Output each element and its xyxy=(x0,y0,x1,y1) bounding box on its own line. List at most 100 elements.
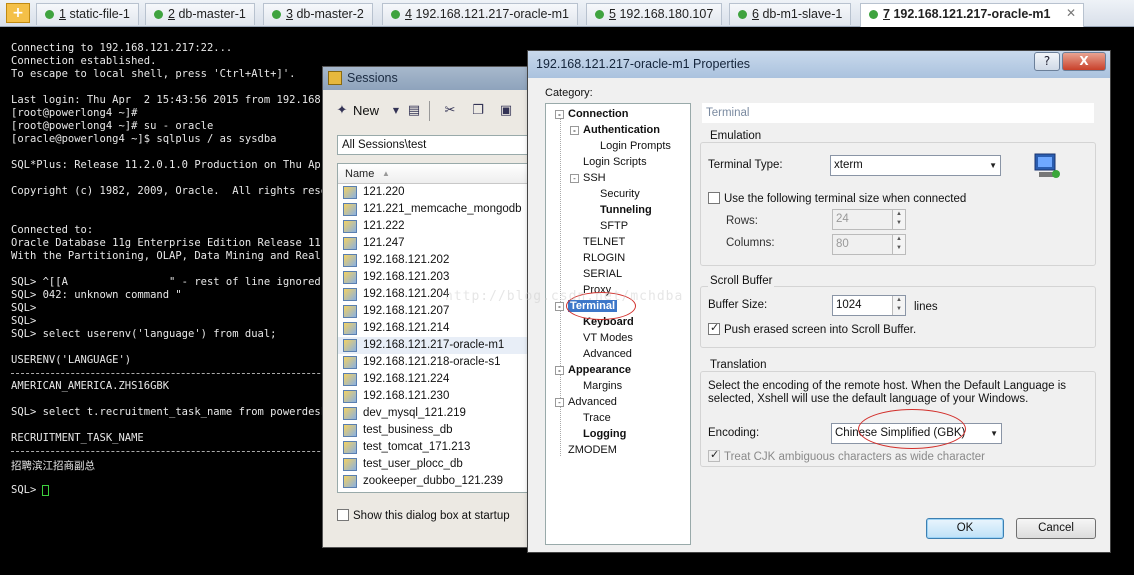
buffer-size-value: 1024 xyxy=(836,299,862,311)
tree-node-sftp[interactable]: SFTP xyxy=(600,218,628,234)
session-name: 121.221_memcache_mongodb xyxy=(363,203,522,215)
tab-static-file-1[interactable]: 1 static-file-1 xyxy=(36,3,139,25)
tree-node-advanced[interactable]: - Advanced xyxy=(555,394,617,410)
collapse-toggle-icon[interactable]: - xyxy=(555,366,564,375)
use-size-checkbox[interactable]: Use the following terminal size when con… xyxy=(708,192,966,205)
help-button[interactable]: ? xyxy=(1034,52,1060,71)
tree-node-zmodem[interactable]: ZMODEM xyxy=(568,442,617,458)
properties-title-bar[interactable]: 192.168.121.217-oracle-m1 Properties xyxy=(528,51,1110,78)
session-list-item[interactable]: 192.168.121.217-oracle-m1 xyxy=(338,337,537,354)
tree-node-trace[interactable]: Trace xyxy=(583,410,611,426)
collapse-toggle-icon[interactable]: - xyxy=(570,126,579,135)
cjk-wide-checkbox[interactable]: Treat CJK ambiguous characters as wide c… xyxy=(708,448,985,463)
session-list-item[interactable]: zookeeper_dubbo_121.239 xyxy=(338,473,537,490)
tree-node-label: Trace xyxy=(583,412,611,424)
session-list-item[interactable]: 192.168.121.204 xyxy=(338,286,537,303)
cancel-button[interactable]: Cancel xyxy=(1016,518,1096,539)
close-button[interactable]: X xyxy=(1062,52,1106,71)
session-list-item[interactable]: 192.168.121.203 xyxy=(338,269,537,286)
collapse-toggle-icon[interactable]: - xyxy=(570,174,579,183)
session-list-item[interactable]: 192.168.121.202 xyxy=(338,252,537,269)
tree-node-label: Tunneling xyxy=(600,204,652,216)
copy-icon[interactable]: ❐ xyxy=(471,104,485,118)
session-icon xyxy=(343,390,357,403)
session-list-item[interactable]: 121.247 xyxy=(338,235,537,252)
tree-node-security[interactable]: Security xyxy=(600,186,640,202)
checkbox-box[interactable] xyxy=(337,509,349,521)
sessions-title-bar[interactable]: Sessions xyxy=(323,67,536,90)
session-icon xyxy=(343,254,357,267)
tab-oracle-m1-4[interactable]: 4 192.168.121.217-oracle-m1 xyxy=(382,3,579,25)
tree-node-tunneling[interactable]: Tunneling xyxy=(600,202,652,218)
session-folder-path[interactable]: All Sessions\test xyxy=(337,135,537,155)
session-name: test_user_plocc_db xyxy=(363,458,463,470)
push-erased-checkbox[interactable]: Push erased screen into Scroll Buffer. xyxy=(708,321,916,336)
columns-spinner[interactable]: 80 ▲ ▼ xyxy=(832,234,906,255)
tree-node-terminal[interactable]: - Terminal xyxy=(555,298,618,314)
tab-number: 2 xyxy=(168,7,175,21)
new-dropdown-arrow-icon[interactable]: ▼ xyxy=(389,104,403,118)
properties-icon[interactable]: ▤ xyxy=(407,104,421,118)
session-icon xyxy=(343,458,357,471)
tab-192-168-180-107[interactable]: 5 192.168.180.107 xyxy=(586,3,723,25)
session-list-item[interactable]: 192.168.121.230 xyxy=(338,388,537,405)
terminal-type-select[interactable]: xterm ▼ xyxy=(830,155,1001,176)
session-list-item[interactable]: 192.168.121.214 xyxy=(338,320,537,337)
collapse-toggle-icon[interactable]: - xyxy=(555,302,564,311)
tree-node-serial[interactable]: SERIAL xyxy=(583,266,622,282)
column-header-name[interactable]: Name ▲ xyxy=(338,164,537,184)
checkbox-box[interactable] xyxy=(708,448,720,462)
paste-icon[interactable]: ▣ xyxy=(499,104,513,118)
cut-icon[interactable]: ✂ xyxy=(443,104,457,118)
new-session-button[interactable]: New xyxy=(353,99,379,123)
session-list-item[interactable]: 121.221_memcache_mongodb xyxy=(338,201,537,218)
tree-node-ssh[interactable]: - SSH xyxy=(570,170,606,186)
tree-node-login-prompts[interactable]: Login Prompts xyxy=(600,138,671,154)
new-tab-plus-icon[interactable]: + xyxy=(6,3,30,23)
session-name: zookeeper_dubbo_121.239 xyxy=(363,475,504,487)
tab-number: 6 xyxy=(752,7,759,21)
tab-close-icon[interactable]: ✕ xyxy=(1064,6,1078,20)
tree-node-label: Advanced xyxy=(583,348,632,360)
session-list-item[interactable]: 192.168.121.224 xyxy=(338,371,537,388)
session-list-item[interactable]: 121.222 xyxy=(338,218,537,235)
properties-dialog: 192.168.121.217-oracle-m1 Properties ? X… xyxy=(527,50,1111,553)
tab-db-master-2[interactable]: 3 db-master-2 xyxy=(263,3,373,25)
tab-db-master-1[interactable]: 2 db-master-1 xyxy=(145,3,255,25)
tab-db-m1-slave-1[interactable]: 6 db-m1-slave-1 xyxy=(729,3,852,25)
session-icon xyxy=(343,475,357,488)
tree-node-rlogin[interactable]: RLOGIN xyxy=(583,250,625,266)
session-list-item[interactable]: 192.168.121.207 xyxy=(338,303,537,320)
collapse-toggle-icon[interactable]: - xyxy=(555,110,564,119)
checkbox-box[interactable] xyxy=(708,321,720,335)
session-list-item[interactable]: 192.168.121.218-oracle-s1 xyxy=(338,354,537,371)
tree-node-login-scripts[interactable]: Login Scripts xyxy=(583,154,647,170)
tree-node-vt-modes[interactable]: VT Modes xyxy=(583,330,633,346)
session-list-item[interactable]: test_tomcat_171.213 xyxy=(338,439,537,456)
buffer-size-spinner[interactable]: 1024 ▲ ▼ xyxy=(832,295,906,316)
tree-node-authentication[interactable]: - Authentication xyxy=(570,122,660,138)
session-list-item[interactable]: dev_mysql_121.219 xyxy=(338,405,537,422)
tree-node-keyboard[interactable]: Keyboard xyxy=(583,314,634,330)
tree-node-label: Connection xyxy=(568,108,629,120)
session-list-item[interactable]: test_business_db xyxy=(338,422,537,439)
tree-node-proxy[interactable]: Proxy xyxy=(583,282,611,298)
rows-spinner[interactable]: 24 ▲ ▼ xyxy=(832,209,906,230)
encoding-select[interactable]: Chinese Simplified (GBK) ▼ xyxy=(831,423,1002,444)
tree-node-appearance[interactable]: - Appearance xyxy=(555,362,631,378)
tree-node-logging[interactable]: Logging xyxy=(583,426,626,442)
checkbox-box[interactable] xyxy=(708,192,720,204)
session-list-item[interactable]: 121.220 xyxy=(338,184,537,201)
session-icon xyxy=(343,441,357,454)
tree-node-advanced[interactable]: Advanced xyxy=(583,346,632,362)
session-tab-bar: + 1 static-file-1 2 db-master-1 3 db-mas… xyxy=(0,0,1134,27)
tree-node-connection[interactable]: - Connection xyxy=(555,106,629,122)
tree-node-telnet[interactable]: TELNET xyxy=(583,234,625,250)
session-list-item[interactable]: test_user_plocc_db xyxy=(338,456,537,473)
tree-node-margins[interactable]: Margins xyxy=(583,378,622,394)
ok-button[interactable]: OK xyxy=(926,518,1004,539)
show-at-startup-checkbox[interactable]: Show this dialog box at startup xyxy=(337,509,510,522)
collapse-toggle-icon[interactable]: - xyxy=(555,398,564,407)
spinner-arrows-icon: ▲ ▼ xyxy=(892,210,905,229)
tab-oracle-m1-7-active[interactable]: 7 192.168.121.217-oracle-m1 xyxy=(860,3,1084,27)
